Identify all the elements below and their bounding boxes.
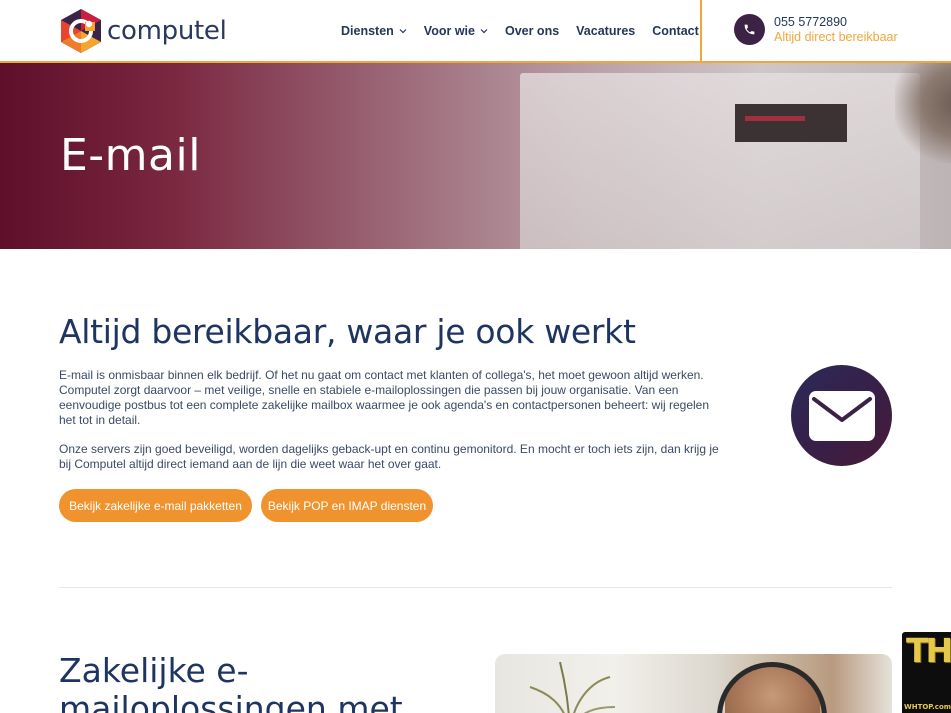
phone-icon [734, 14, 765, 45]
section-title: Zakelijke e-mailoplossingen met [59, 651, 403, 713]
section-divider [59, 587, 892, 588]
envelope-icon [791, 365, 892, 466]
nav-item-diensten[interactable]: Diensten [341, 24, 407, 38]
nav-item-label: Contact [652, 23, 699, 38]
nav-item-label: Over ons [504, 23, 560, 38]
nav-item-label: Vacatures [576, 23, 636, 38]
pop-imap-button[interactable]: Bekijk POP en IMAP diensten [261, 489, 433, 522]
logo[interactable]: computel [59, 8, 227, 54]
hero-background-person [895, 63, 951, 163]
logo-text: computel [107, 16, 227, 46]
nav-item-label: Diensten [341, 23, 394, 38]
nav-item-voor-wie[interactable]: Voor wie [424, 24, 488, 38]
headset-icon [717, 662, 827, 713]
header-divider [700, 0, 702, 63]
email-packages-button[interactable]: Bekijk zakelijke e-mail pakketten [59, 489, 252, 522]
section-title: Altijd bereikbaar, waar je ook werkt [59, 312, 636, 351]
chevron-down-icon [399, 28, 407, 33]
nav-item-over-ons[interactable]: Over ons [505, 24, 559, 38]
hero-background-detail [745, 116, 805, 121]
logo-mark-icon [61, 9, 101, 53]
watermark-badge: TH WHTOP.com [902, 632, 951, 713]
support-agent-photo [495, 654, 892, 713]
nav-item-contact[interactable]: Contact [652, 24, 699, 38]
main-nav: Diensten Voor wie Over ons Vacatures Con… [341, 0, 716, 61]
site-header: computel Diensten Voor wie Over ons Vaca… [0, 0, 951, 63]
badge-site: WHTOP.com [904, 703, 951, 711]
phone-subtitle: Altijd direct bereikbaar [774, 29, 898, 44]
hero-background-screen [520, 73, 920, 249]
chevron-down-icon [480, 28, 488, 33]
intro-paragraph: E-mail is onmisbaar binnen elk bedrijf. … [59, 368, 710, 427]
hero-background-detail [735, 104, 847, 142]
support-paragraph: Onze servers zijn goed beveiligd, worden… [59, 442, 719, 471]
plant-illustration [529, 662, 615, 713]
hero-banner: E-mail [0, 63, 951, 249]
page-title: E-mail [60, 130, 201, 181]
phone-number[interactable]: 055 5772890 [774, 15, 898, 30]
phone-contact[interactable]: 055 5772890 Altijd direct bereikbaar [734, 14, 898, 45]
nav-item-label: Voor wie [423, 23, 475, 38]
badge-letters: TH [906, 631, 951, 670]
nav-item-vacatures[interactable]: Vacatures [576, 24, 635, 38]
